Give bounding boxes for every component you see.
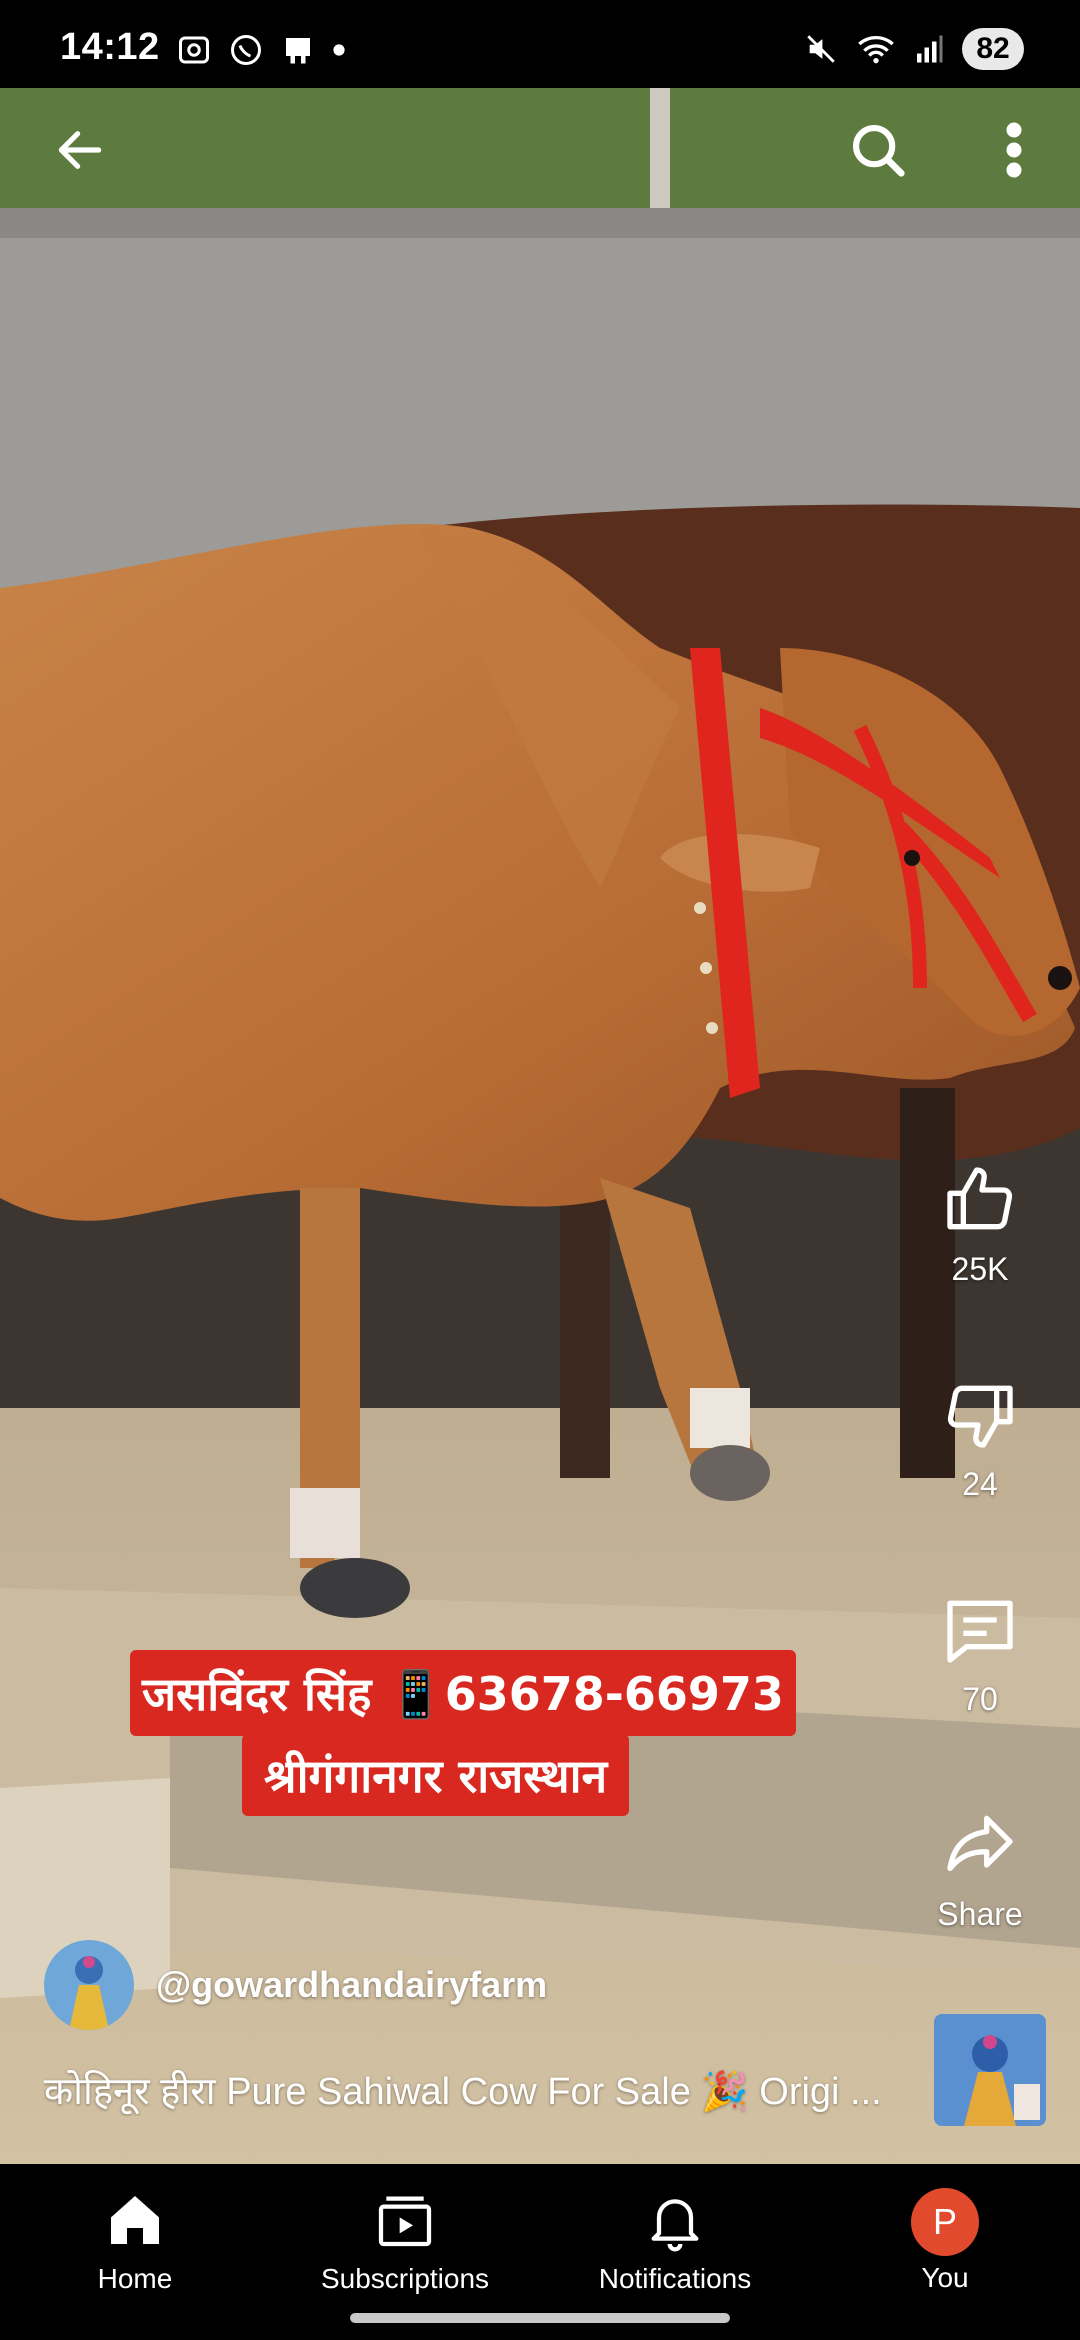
notification-icons bbox=[176, 32, 346, 68]
video-top-bar bbox=[0, 88, 1080, 218]
bell-icon bbox=[651, 2199, 699, 2252]
like-count: 25K bbox=[951, 1251, 1009, 1287]
nav-subscriptions-label: Subscriptions bbox=[320, 2263, 490, 2294]
nav-notifications-label: Notifications bbox=[598, 2263, 752, 2294]
share-label: Share bbox=[937, 1896, 1023, 1932]
comment-count: 70 bbox=[962, 1681, 998, 1717]
like-button[interactable]: 25K bbox=[880, 1160, 1080, 1288]
channel-handle[interactable]: @gowardhandairyfarm bbox=[156, 1964, 547, 2006]
home-icon bbox=[111, 2196, 159, 2244]
search-icon bbox=[852, 124, 905, 177]
subscriptions-icon bbox=[378, 2196, 432, 2247]
more-vertical-icon bbox=[1006, 122, 1022, 178]
gesture-home-indicator[interactable] bbox=[350, 2313, 730, 2323]
share-button[interactable]: Share bbox=[880, 1805, 1080, 1933]
back-button[interactable] bbox=[40, 110, 120, 190]
nav-you[interactable]: P You bbox=[810, 2164, 1080, 2340]
battery-level: 82 bbox=[962, 28, 1024, 70]
dot-icon bbox=[333, 44, 345, 56]
caption-line-1: जसविंदर सिंह 📱63678-66973 bbox=[130, 1650, 796, 1736]
status-bar: 14:12 82 bbox=[0, 0, 1080, 88]
comments-button[interactable]: 70 bbox=[880, 1590, 1080, 1718]
sound-thumbnail-image bbox=[934, 2014, 1046, 2126]
profile-avatar: P bbox=[911, 2188, 979, 2256]
share-icon bbox=[947, 1815, 1013, 1871]
wifi-icon bbox=[858, 36, 894, 64]
nav-you-label: You bbox=[921, 2262, 969, 2293]
signal-icon bbox=[917, 35, 943, 63]
search-button[interactable] bbox=[838, 110, 918, 190]
nav-home[interactable]: Home bbox=[0, 2164, 270, 2340]
status-time: 14:12 bbox=[60, 26, 160, 68]
dislike-count: 24 bbox=[962, 1466, 998, 1502]
mute-icon bbox=[807, 35, 835, 63]
dislike-button[interactable]: 24 bbox=[880, 1375, 1080, 1503]
thumbs-down-icon bbox=[947, 1385, 1013, 1448]
channel-row[interactable]: @gowardhandairyfarm bbox=[44, 1940, 547, 2030]
back-arrow-icon bbox=[58, 131, 102, 169]
comment-icon bbox=[947, 1600, 1013, 1663]
caption-line-2: श्रीगंगानगर राजस्थान bbox=[242, 1734, 630, 1816]
more-options-button[interactable] bbox=[974, 110, 1054, 190]
system-status-icons: 82 bbox=[804, 28, 1024, 70]
screenshot-icon bbox=[179, 36, 209, 64]
sound-thumbnail[interactable] bbox=[934, 2014, 1046, 2126]
action-rail: 25K 24 70 Share bbox=[880, 1160, 1080, 1960]
nav-home-label: Home bbox=[97, 2263, 173, 2294]
video-title[interactable]: कोहिनूर हीरा Pure Sahiwal Cow For Sale 🎉… bbox=[44, 2064, 894, 2116]
channel-avatar[interactable] bbox=[44, 1940, 134, 2030]
app-notification-icon bbox=[286, 38, 310, 64]
krishna-avatar-image bbox=[44, 1940, 134, 2030]
whatsapp-icon bbox=[231, 35, 261, 65]
thumbs-up-icon bbox=[947, 1167, 1013, 1230]
